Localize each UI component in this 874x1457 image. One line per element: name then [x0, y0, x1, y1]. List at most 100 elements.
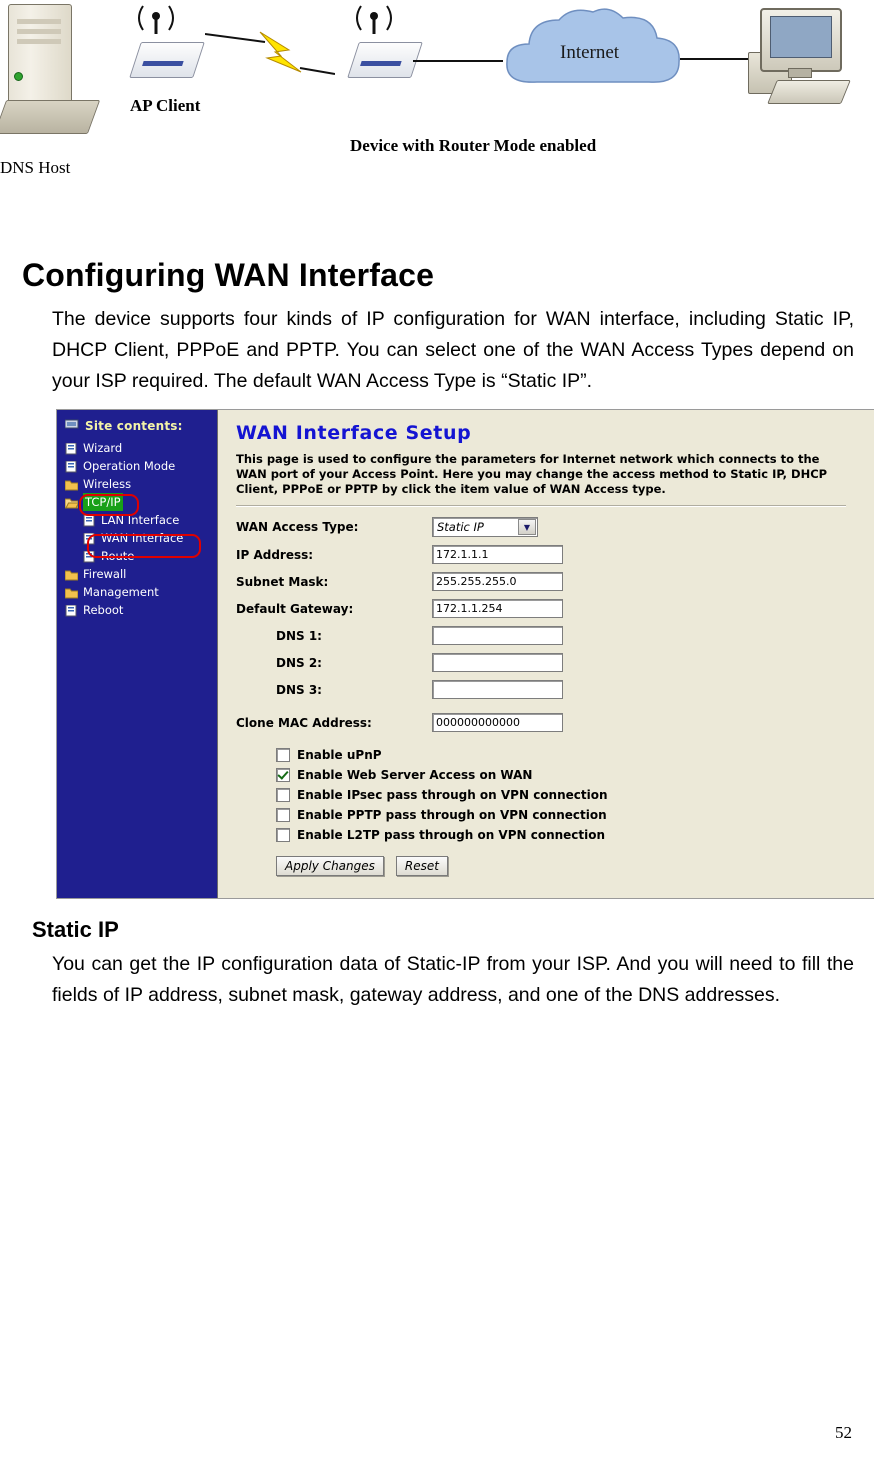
- sidebar-item-wireless[interactable]: Wireless: [64, 475, 217, 493]
- folder-open-icon: [64, 496, 80, 509]
- dns-host-led-icon: [14, 72, 23, 81]
- wire-router-to-cloud: [413, 60, 503, 62]
- page-icon: [65, 460, 78, 473]
- sidebar-item-wizard[interactable]: Wizard: [65, 439, 217, 457]
- site-contents-icon: [64, 418, 79, 433]
- site-contents-label: Site contents:: [85, 418, 183, 433]
- checkbox-label: Enable uPnP: [297, 748, 382, 762]
- field-ip-address: IP Address: 172.1.1.1: [236, 545, 869, 564]
- sidebar-item-label: Reboot: [83, 603, 124, 617]
- network-diagram: DNS Host AP Client Device with Router Mo…: [0, 0, 874, 185]
- default-gateway-input[interactable]: 172.1.1.254: [432, 599, 563, 618]
- wan-access-type-select[interactable]: Static IP ▼: [432, 517, 538, 537]
- checkbox-label: Enable PPTP pass through on VPN connecti…: [297, 808, 607, 822]
- page-icon: [65, 604, 78, 617]
- sidebar-item-label: Wireless: [83, 477, 132, 491]
- document-content: Configuring WAN Interface The device sup…: [0, 257, 874, 1011]
- field-label: IP Address:: [236, 547, 314, 562]
- page-icon: [83, 532, 96, 545]
- page-icon: [83, 550, 96, 563]
- ip-address-input[interactable]: 172.1.1.1: [432, 545, 563, 564]
- field-label: Subnet Mask:: [236, 574, 329, 589]
- sidebar-item-tcp-ip[interactable]: TCP/IP: [64, 493, 217, 511]
- checkbox-row-ipsec-passthrough[interactable]: Enable IPsec pass through on VPN connect…: [276, 788, 869, 802]
- router-device-icon: [347, 42, 423, 78]
- field-wan-access-type: WAN Access Type: Static IP ▼: [236, 517, 869, 537]
- checkbox-ipsec-passthrough[interactable]: [276, 788, 290, 802]
- site-contents-tree: Wizard Operation Mode Wireless TCP/IP LA…: [64, 439, 217, 619]
- checkbox-row-pptp-passthrough[interactable]: Enable PPTP pass through on VPN connecti…: [276, 808, 869, 822]
- apply-changes-button[interactable]: Apply Changes: [276, 856, 384, 876]
- sidebar-item-label: Wizard: [83, 441, 123, 455]
- checkbox-row-upnp[interactable]: Enable uPnP: [276, 748, 869, 762]
- checkbox-row-l2tp-passthrough[interactable]: Enable L2TP pass through on VPN connecti…: [276, 828, 869, 842]
- field-clone-mac-address: Clone MAC Address: 000000000000: [236, 713, 869, 732]
- ap-client-device-icon: [129, 42, 205, 78]
- dns-2-input[interactable]: [432, 653, 563, 672]
- sidebar-item-label: Route: [101, 549, 135, 563]
- wan-setup-title: WAN Interface Setup: [236, 422, 472, 444]
- sidebar-item-reboot[interactable]: Reboot: [65, 601, 217, 619]
- chevron-down-icon[interactable]: ▼: [518, 519, 536, 535]
- default-gateway-value: 172.1.1.254: [436, 602, 503, 615]
- field-label: DNS 3:: [276, 682, 322, 697]
- sidebar-item-operation-mode[interactable]: Operation Mode: [65, 457, 217, 475]
- dns-1-input[interactable]: [432, 626, 563, 645]
- checkbox-pptp-passthrough[interactable]: [276, 808, 290, 822]
- field-label: DNS 2:: [276, 655, 322, 670]
- field-dns-3: DNS 3:: [236, 680, 869, 699]
- wan-interface-setup-screenshot: Site contents: Wizard Operation Mode Wir…: [56, 409, 874, 899]
- sidebar-item-wan-interface[interactable]: WAN Interface: [83, 529, 217, 547]
- clone-mac-address-value: 000000000000: [436, 716, 520, 729]
- router-antenna-icon: [351, 0, 397, 36]
- field-label: DNS 1:: [276, 628, 322, 643]
- checkbox-row-web-server-wan[interactable]: Enable Web Server Access on WAN: [276, 768, 869, 782]
- wan-setup-description: This page is used to configure the param…: [236, 452, 828, 496]
- field-label: Clone MAC Address:: [236, 715, 372, 730]
- sidebar-item-label: Operation Mode: [83, 459, 176, 473]
- router-mode-label: Device with Router Mode enabled: [350, 136, 597, 155]
- sidebar-item-label: WAN Interface: [101, 531, 184, 545]
- field-subnet-mask: Subnet Mask: 255.255.255.0: [236, 572, 869, 591]
- wan-access-type-value: Static IP: [437, 520, 484, 534]
- divider: [236, 505, 846, 507]
- internet-label: Internet: [560, 42, 620, 63]
- intro-paragraph: The device supports four kinds of IP con…: [52, 308, 854, 392]
- wireless-link-icon: [204, 28, 336, 78]
- page-icon: [83, 514, 96, 527]
- antenna-signal-icon: [133, 0, 179, 36]
- subsection-title: Static IP: [32, 917, 119, 942]
- sidebar-item-lan-interface[interactable]: LAN Interface: [83, 511, 217, 529]
- ip-address-value: 172.1.1.1: [436, 548, 489, 561]
- dns-host-base-icon: [0, 100, 101, 134]
- sidebar-item-label: TCP/IP: [83, 493, 123, 511]
- checkbox-l2tp-passthrough[interactable]: [276, 828, 290, 842]
- dns-3-input[interactable]: [432, 680, 563, 699]
- checkbox-web-server-wan[interactable]: [276, 768, 290, 782]
- page-title: Configuring WAN Interface: [22, 257, 435, 293]
- checkbox-label: Enable Web Server Access on WAN: [297, 768, 533, 782]
- checkbox-label: Enable L2TP pass through on VPN connecti…: [297, 828, 606, 842]
- sidebar-item-label: LAN Interface: [101, 513, 180, 527]
- sidebar-item-label: Firewall: [83, 567, 127, 581]
- reset-button[interactable]: Reset: [395, 856, 448, 876]
- checkbox-label: Enable IPsec pass through on VPN connect…: [297, 788, 608, 802]
- site-contents-header: Site contents:: [57, 410, 217, 437]
- field-default-gateway: Default Gateway: 172.1.1.254: [236, 599, 869, 618]
- field-label: WAN Access Type:: [236, 520, 359, 534]
- field-label: Default Gateway:: [236, 601, 354, 616]
- subsection-paragraph: You can get the IP configuration data of…: [52, 953, 854, 1006]
- checkbox-upnp[interactable]: [276, 748, 290, 762]
- field-dns-2: DNS 2:: [236, 653, 869, 672]
- field-dns-1: DNS 1:: [236, 626, 869, 645]
- wan-setup-panel: WAN Interface Setup This page is used to…: [218, 410, 874, 898]
- sidebar-item-firewall[interactable]: Firewall: [64, 565, 217, 583]
- clone-mac-address-input[interactable]: 000000000000: [432, 713, 563, 732]
- sidebar-item-management[interactable]: Management: [64, 583, 217, 601]
- subnet-mask-input[interactable]: 255.255.255.0: [432, 572, 563, 591]
- site-contents-sidebar: Site contents: Wizard Operation Mode Wir…: [57, 410, 218, 898]
- folder-icon: [64, 586, 79, 599]
- page-number: 52: [835, 1423, 852, 1442]
- sidebar-item-route[interactable]: Route: [83, 547, 217, 565]
- client-pc-icon: [748, 8, 868, 116]
